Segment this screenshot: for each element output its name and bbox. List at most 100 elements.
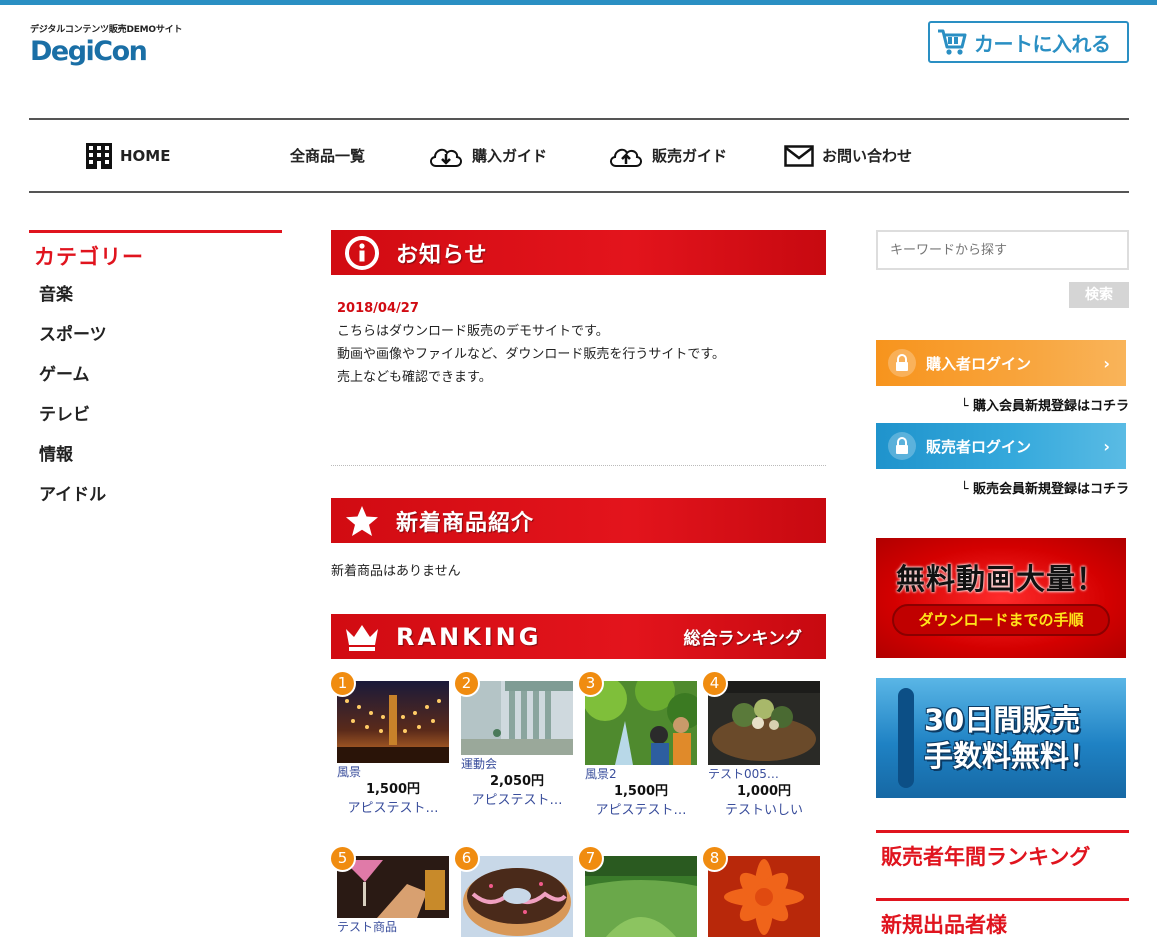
seller-login-button[interactable]: 販売者ログイン › xyxy=(876,423,1126,469)
category-item[interactable]: アイドル xyxy=(39,475,282,515)
ranking-item[interactable]: 運動会 2,050円 アピステスト… xyxy=(461,681,573,811)
nav-all-products-label: 全商品一覧 xyxy=(290,147,366,165)
nav-home-label: HOME xyxy=(120,146,171,165)
news-line: 売上なども確認できます。 xyxy=(337,370,492,385)
site-logo[interactable]: DegiCon xyxy=(30,36,148,67)
nav-sales-guide-label: 販売ガイド xyxy=(652,147,728,165)
ranking-item[interactable]: テスト005… 1,000円 テストいしい xyxy=(708,681,820,821)
ranking-heading: RANKING 総合ランキング xyxy=(331,614,826,659)
buyer-login-button[interactable]: 購入者ログイン › xyxy=(876,340,1126,386)
product-price: 1,000円 xyxy=(736,784,792,799)
banner-decoration xyxy=(898,688,914,788)
product-thumbnail[interactable] xyxy=(708,856,820,937)
category-item[interactable]: スポーツ xyxy=(39,315,282,355)
new-sellers-heading: 新規出品者様 xyxy=(876,898,1129,937)
lock-icon xyxy=(888,349,916,377)
cloud-upload-icon xyxy=(610,148,642,167)
chevron-right-icon: › xyxy=(1103,436,1110,456)
product-thumbnail[interactable] xyxy=(337,681,449,763)
ranking-title: RANKING xyxy=(396,622,542,651)
info-icon xyxy=(344,235,380,271)
site-tagline: デジタルコンテンツ販売DEMOサイト xyxy=(30,25,183,35)
category-list: 音楽 スポーツ ゲーム テレビ 情報 アイドル xyxy=(29,275,282,515)
ranking-item[interactable] xyxy=(585,856,697,937)
nav-purchase-guide-label: 購入ガイド xyxy=(472,147,548,165)
building-icon xyxy=(86,142,112,169)
product-seller[interactable]: アピステスト… xyxy=(337,799,449,819)
product-seller[interactable]: テストいしい xyxy=(708,801,820,821)
new-items-heading: 新着商品紹介 xyxy=(331,498,826,543)
cart-label: カートに入れる xyxy=(974,31,1111,56)
nav-sales-guide[interactable]: 販売ガイド xyxy=(608,120,727,191)
sales-fee-banner[interactable]: 30日間販売 手数料無料！ xyxy=(876,678,1126,798)
product-thumbnail[interactable] xyxy=(585,856,697,937)
nav-home[interactable]: HOME xyxy=(86,120,170,191)
category-title: カテゴリー xyxy=(34,245,144,269)
free-video-banner[interactable]: 無料動画大量！ ダウンロードまでの手順 xyxy=(876,538,1126,658)
seller-register-link[interactable]: └ 販売会員新規登録はコチラ xyxy=(961,478,1129,497)
rank-badge: 2 xyxy=(453,670,480,697)
product-category[interactable]: 風景2 xyxy=(585,765,697,783)
ranking-item[interactable] xyxy=(461,856,573,937)
new-items-title: 新着商品紹介 xyxy=(396,510,535,536)
nav-all-products[interactable]: 全商品一覧 xyxy=(290,120,365,191)
rank-badge: 1 xyxy=(329,670,356,697)
news-date: 2018/04/27 xyxy=(337,301,419,316)
category-item[interactable]: 音楽 xyxy=(39,275,282,315)
news-line: こちらはダウンロード販売のデモサイトです。 xyxy=(337,324,609,339)
product-price: 1,500円 xyxy=(613,784,669,799)
product-category[interactable]: 運動会 xyxy=(461,755,573,773)
sales-fee-line1: 30日間販売 xyxy=(924,703,1081,737)
ranking-item[interactable]: 風景2 1,500円 アピステスト… xyxy=(585,681,697,821)
global-nav: HOME 全商品一覧 購入ガイド 販売ガイド お問い合わせ xyxy=(29,118,1129,193)
free-video-banner-title: 無料動画大量！ xyxy=(895,562,1106,596)
rank-badge: 4 xyxy=(701,670,728,697)
category-item[interactable]: 情報 xyxy=(39,435,282,475)
product-thumbnail[interactable] xyxy=(708,681,820,765)
product-thumbnail[interactable] xyxy=(585,681,697,765)
news-heading: お知らせ xyxy=(331,230,826,275)
search-button[interactable]: 検索 xyxy=(1069,282,1129,308)
product-seller[interactable]: アピステスト… xyxy=(461,791,573,811)
new-items-empty: 新着商品はありません xyxy=(331,564,461,579)
product-price: 1,500円 xyxy=(365,782,421,797)
buyer-login-label: 購入者ログイン xyxy=(926,354,1032,373)
nav-purchase-guide[interactable]: 購入ガイド xyxy=(428,120,547,191)
ranking-item[interactable] xyxy=(708,856,820,937)
crown-icon xyxy=(344,619,380,655)
rank-badge: 7 xyxy=(577,845,604,872)
nav-contact-label: お問い合わせ xyxy=(822,147,913,165)
category-item[interactable]: ゲーム xyxy=(39,355,282,395)
lock-icon xyxy=(888,432,916,460)
sales-fee-line2: 手数料無料！ xyxy=(924,739,1099,773)
cloud-download-icon xyxy=(430,148,462,167)
rank-badge: 6 xyxy=(453,845,480,872)
product-category[interactable]: テスト005… xyxy=(708,765,820,783)
divider xyxy=(331,465,826,466)
sales-fee-banner-text: 30日間販売 手数料無料！ xyxy=(924,702,1124,774)
nav-contact[interactable]: お問い合わせ xyxy=(784,120,912,191)
category-panel: カテゴリー 音楽 スポーツ ゲーム テレビ 情報 アイドル xyxy=(29,230,282,515)
news-line: 動画や画像やファイルなど、ダウンロード販売を行うサイトです。 xyxy=(337,347,726,362)
product-thumbnail[interactable] xyxy=(461,681,573,755)
news-title: お知らせ xyxy=(396,242,488,268)
rank-badge: 5 xyxy=(329,845,356,872)
buyer-register-link[interactable]: └ 購入会員新規登録はコチラ xyxy=(961,395,1129,414)
ranking-item[interactable]: 風景 1,500円 アピステスト… xyxy=(337,681,449,819)
product-thumbnail[interactable] xyxy=(461,856,573,937)
ranking-subtitle: 総合ランキング xyxy=(683,629,803,649)
category-item[interactable]: テレビ xyxy=(39,395,282,435)
rank-badge: 8 xyxy=(701,845,728,872)
product-seller[interactable]: アピステスト… xyxy=(585,801,697,821)
ranking-item[interactable]: テスト商品 xyxy=(337,856,449,936)
product-category[interactable]: テスト商品 xyxy=(337,918,449,936)
product-category[interactable]: 風景 xyxy=(337,763,449,781)
search-input[interactable] xyxy=(876,230,1129,270)
news-body: 2018/04/27 こちらはダウンロード販売のデモサイトです。 動画や画像やフ… xyxy=(337,297,817,389)
top-accent-bar xyxy=(0,0,1157,5)
seller-ranking-heading: 販売者年間ランキング xyxy=(876,830,1129,871)
free-video-banner-sub: ダウンロードまでの手順 xyxy=(892,604,1110,636)
seller-login-label: 販売者ログイン xyxy=(926,437,1032,456)
chevron-right-icon: › xyxy=(1103,353,1110,373)
add-to-cart-button[interactable]: カートに入れる xyxy=(928,21,1129,63)
